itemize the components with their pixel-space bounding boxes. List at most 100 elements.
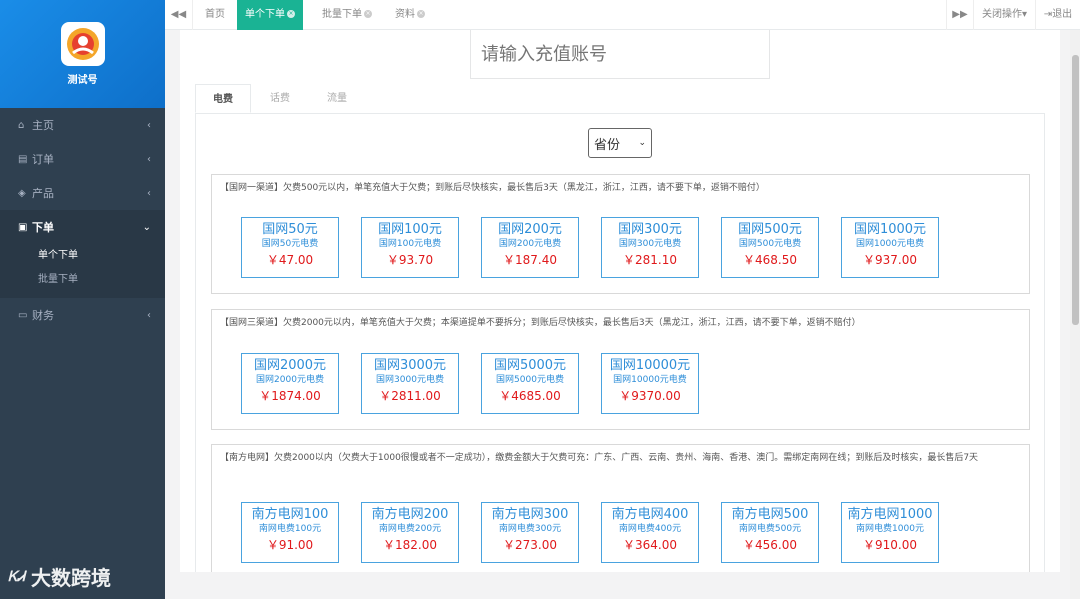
- product-subtitle: 国网200元电费: [498, 239, 562, 249]
- close-icon[interactable]: ×: [287, 10, 295, 18]
- product-title: 南方电网1000: [847, 507, 933, 522]
- close-operations-label: 关闭操作: [981, 9, 1022, 20]
- product-price: ￥93.70: [386, 253, 434, 267]
- tab-electricity[interactable]: 电费: [195, 84, 251, 113]
- group-description: 【南方电网】欠费2000以内（欠费大于1000很慢或者不一定成功），缴费金额大于…: [220, 453, 979, 463]
- chevron-left-icon: ‹: [147, 153, 151, 165]
- product-title: 南方电网300: [491, 507, 569, 522]
- product-price: ￥187.40: [503, 253, 557, 267]
- product-card[interactable]: 国网300元 国网300元电费 ￥281.10: [601, 217, 699, 278]
- product-card[interactable]: 南方电网500 南网电费500元 ￥456.00: [721, 502, 819, 563]
- product-subtitle: 国网50元电费: [261, 239, 319, 249]
- product-group-china-southern-grid: 【南方电网】欠费2000以内（欠费大于1000很慢或者不一定成功），缴费金额大于…: [211, 444, 1030, 572]
- watermark-text: 大数跨境: [30, 566, 111, 590]
- product-price: ￥2811.00: [379, 389, 441, 403]
- tab-phone-bill[interactable]: 话费: [252, 84, 308, 113]
- product-title: 国网500元: [738, 222, 802, 237]
- chevron-down-icon: ⌄: [638, 138, 646, 148]
- province-select[interactable]: 省份 ⌄: [588, 128, 652, 158]
- product-title: 国网1000元: [853, 222, 927, 237]
- sidebar-subitem-batch-order[interactable]: 批量下单: [0, 268, 165, 292]
- tab-scroll-left-button[interactable]: ◀◀: [165, 0, 193, 30]
- tab-data-plan[interactable]: 流量: [309, 84, 365, 113]
- product-price: ￥182.00: [383, 538, 437, 552]
- sidebar-item-products[interactable]: ◈ 产品 ‹: [0, 176, 165, 210]
- product-subtitle: 南网电费300元: [498, 524, 562, 534]
- product-title: 国网5000元: [493, 358, 567, 373]
- close-operations-dropdown[interactable]: 关闭操作▾: [974, 0, 1036, 30]
- logout-button[interactable]: ⇥退出: [1036, 0, 1080, 30]
- product-card[interactable]: 国网200元 国网200元电费 ￥187.40: [481, 217, 579, 278]
- product-title: 国网200元: [498, 222, 562, 237]
- sidebar-submenu: 单个下单 批量下单: [0, 244, 165, 298]
- sidebar-item-finance[interactable]: ▭ 财务 ‹: [0, 298, 165, 332]
- sidebar-item-label: 订单: [32, 153, 54, 166]
- product-group-state-grid-1: 【国网一渠道】欠费500元以内，单笔充值大于欠费；到账后尽快核实，最长售后3天（…: [211, 174, 1030, 294]
- province-select-value: 省份: [594, 137, 621, 153]
- product-price: ￥468.50: [743, 253, 797, 267]
- tab-label: 单个下单: [245, 9, 285, 20]
- product-price: ￥456.00: [743, 538, 797, 552]
- scrollbar-thumb[interactable]: [1072, 55, 1079, 325]
- logout-label: 退出: [1052, 9, 1073, 20]
- product-subtitle: 国网500元电费: [738, 239, 802, 249]
- product-card[interactable]: 国网1000元 国网1000元电费 ￥937.00: [841, 217, 939, 278]
- product-title: 南方电网500: [731, 507, 809, 522]
- product-card[interactable]: 国网3000元 国网3000元电费 ￥2811.00: [361, 353, 459, 414]
- tab-scroll-right-button[interactable]: ▶▶: [946, 0, 974, 30]
- chevron-left-icon: ‹: [147, 119, 151, 131]
- product-card[interactable]: 南方电网400 南网电费400元 ￥364.00: [601, 502, 699, 563]
- chevron-left-icon: ‹: [147, 187, 151, 199]
- product-subtitle: 国网5000元电费: [496, 375, 564, 385]
- close-icon[interactable]: ×: [417, 10, 425, 18]
- home-icon: ⌂: [18, 119, 25, 131]
- product-card[interactable]: 国网500元 国网500元电费 ￥468.50: [721, 217, 819, 278]
- product-title: 南方电网200: [371, 507, 449, 522]
- sidebar-item-place-order[interactable]: ▣ 下单 ⌄: [0, 210, 165, 244]
- product-price: ￥4685.00: [499, 389, 561, 403]
- product-subtitle: 国网10000元电费: [613, 375, 687, 385]
- product-card[interactable]: 南方电网200 南网电费200元 ￥182.00: [361, 502, 459, 563]
- product-card[interactable]: 南方电网300 南网电费300元 ￥273.00: [481, 502, 579, 563]
- product-card[interactable]: 国网5000元 国网5000元电费 ￥4685.00: [481, 353, 579, 414]
- account-input[interactable]: [470, 30, 770, 79]
- logout-icon: ⇥: [1043, 9, 1053, 20]
- sidebar-subitem-single-order[interactable]: 单个下单: [0, 244, 165, 268]
- sidebar-item-orders[interactable]: ▤ 订单 ‹: [0, 142, 165, 176]
- sidebar-header: 测试号: [0, 0, 165, 108]
- watermark: ᏦᏗ 大数跨境: [8, 562, 111, 591]
- product-card[interactable]: 国网100元 国网100元电费 ￥93.70: [361, 217, 459, 278]
- product-subtitle: 南网电费200元: [378, 524, 442, 534]
- tab-single-order[interactable]: 单个下单 ×: [237, 0, 303, 30]
- sidebar-item-label: 主页: [32, 119, 54, 132]
- chevron-down-icon: ⌄: [142, 221, 151, 233]
- product-price: ￥937.00: [863, 253, 917, 267]
- close-icon[interactable]: ×: [364, 10, 372, 18]
- product-card[interactable]: 南方电网1000 南网电费1000元 ￥910.00: [841, 502, 939, 563]
- product-price: ￥9370.00: [619, 389, 681, 403]
- product-card[interactable]: 国网50元 国网50元电费 ￥47.00: [241, 217, 339, 278]
- sidebar-item-label: 产品: [32, 187, 54, 200]
- sidebar-item-home[interactable]: ⌂ 主页 ‹: [0, 108, 165, 142]
- sidebar-item-label: 财务: [32, 309, 54, 322]
- product-title: 国网3000元: [373, 358, 447, 373]
- product-price: ￥281.10: [623, 253, 677, 267]
- tab-batch-order[interactable]: 批量下单 ×: [314, 0, 380, 30]
- cube-icon: ◈: [18, 187, 26, 199]
- app-logo[interactable]: [60, 22, 105, 66]
- product-group-state-grid-3: 【国网三渠道】欠费2000元以内，单笔充值大于欠费；本渠道提单不要拆分；到账后尽…: [211, 309, 1030, 430]
- product-subtitle: 国网100元电费: [378, 239, 442, 249]
- tab-profile[interactable]: 资料 ×: [387, 0, 433, 30]
- group-description: 【国网一渠道】欠费500元以内，单笔充值大于欠费；到账后尽快核实，最长售后3天（…: [220, 183, 765, 193]
- product-card[interactable]: 国网10000元 国网10000元电费 ￥9370.00: [601, 353, 699, 414]
- caret-down-icon: ▾: [1021, 9, 1028, 20]
- product-price: ￥910.00: [863, 538, 917, 552]
- product-card[interactable]: 南方电网100 南网电费100元 ￥91.00: [241, 502, 339, 563]
- group-description: 【国网三渠道】欠费2000元以内，单笔充值大于欠费；本渠道提单不要拆分；到账后尽…: [220, 318, 861, 328]
- chevron-left-icon: ‹: [147, 309, 151, 321]
- tab-home[interactable]: 首页: [197, 0, 233, 30]
- edit-icon: ▣: [18, 221, 28, 233]
- product-price: ￥1874.00: [259, 389, 321, 403]
- product-price: ￥364.00: [623, 538, 677, 552]
- product-card[interactable]: 国网2000元 国网2000元电费 ￥1874.00: [241, 353, 339, 414]
